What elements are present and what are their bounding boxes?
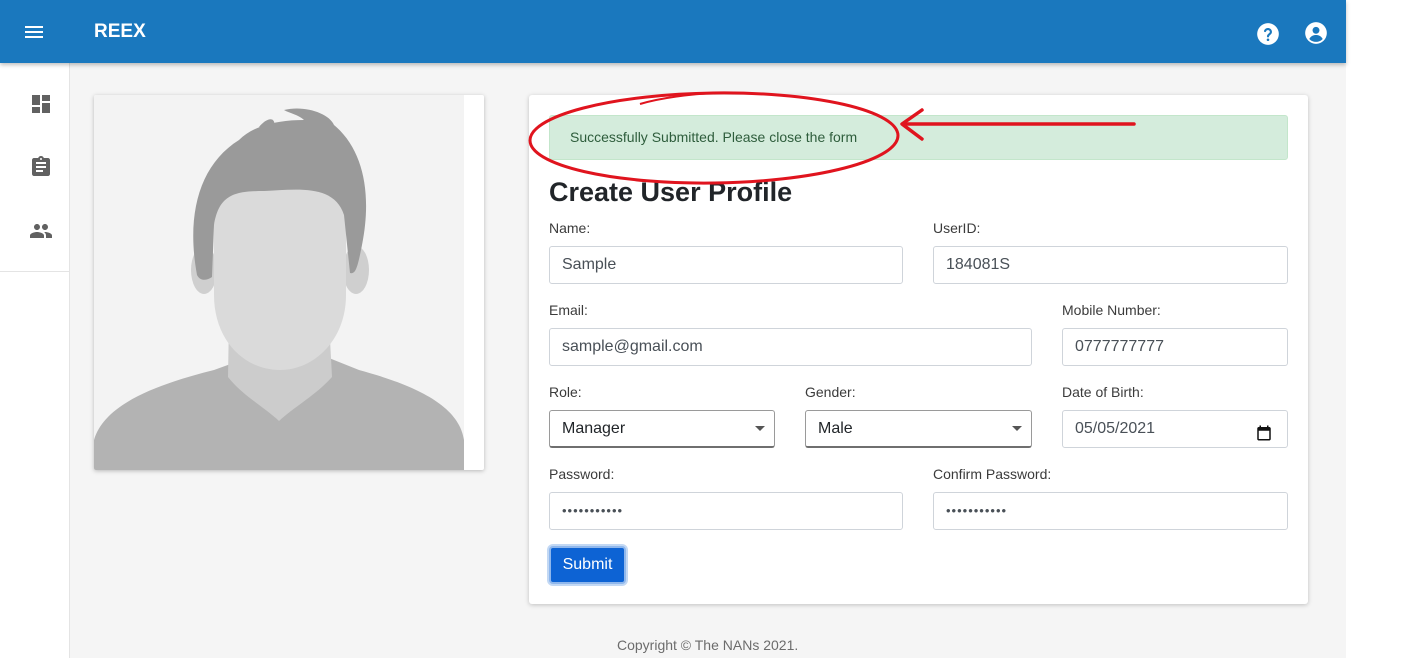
dob-value: 05/05/2021 [1075,420,1156,437]
password-input[interactable]: ••••••••••• [549,492,903,530]
main-content: Successfully Submitted. Please close the… [70,63,1346,658]
confirm-password-label: Confirm Password: [933,466,1052,482]
footer-copyright: Copyright © The NANs 2021. [617,637,799,653]
avatar-card [94,95,484,470]
role-label: Role: [549,384,582,400]
dob-input[interactable]: 05/05/2021 [1062,410,1288,448]
clipboard-icon[interactable] [29,155,55,181]
create-user-form-card: Successfully Submitted. Please close the… [529,95,1308,604]
userid-label: UserID: [933,220,981,236]
chevron-down-icon [755,426,765,431]
sidebar-divider [0,271,70,272]
name-input[interactable]: Sample [549,246,903,284]
submit-button[interactable]: Submit [549,546,626,584]
confirm-password-input[interactable]: ••••••••••• [933,492,1288,530]
gender-select[interactable]: Male [805,410,1032,448]
chevron-down-icon [1012,426,1022,431]
mobile-label: Mobile Number: [1062,302,1161,318]
app-bar: REEX [0,0,1346,63]
account-circle-icon[interactable] [1303,20,1329,46]
name-label: Name: [549,220,591,236]
sidebar [0,63,70,658]
email-input[interactable]: sample@gmail.com [549,328,1032,366]
mobile-input[interactable]: 0777777777 [1062,328,1288,366]
gender-value: Male [818,420,853,437]
role-select[interactable]: Manager [549,410,775,448]
form-title: Create User Profile [549,177,793,207]
success-alert: Successfully Submitted. Please close the… [549,115,1288,160]
userid-input[interactable]: 184081S [933,246,1288,284]
gender-label: Gender: [805,384,856,400]
password-label: Password: [549,466,615,482]
role-value: Manager [562,420,626,437]
app-title[interactable]: REEX [94,21,146,43]
dob-label: Date of Birth: [1062,384,1144,400]
menu-icon[interactable] [22,20,46,44]
dashboard-icon[interactable] [29,92,55,118]
people-icon[interactable] [29,219,55,245]
help-circle-icon[interactable] [1255,21,1281,47]
default-user-avatar [94,95,464,470]
calendar-icon[interactable] [1255,420,1273,441]
email-label: Email: [549,302,588,318]
